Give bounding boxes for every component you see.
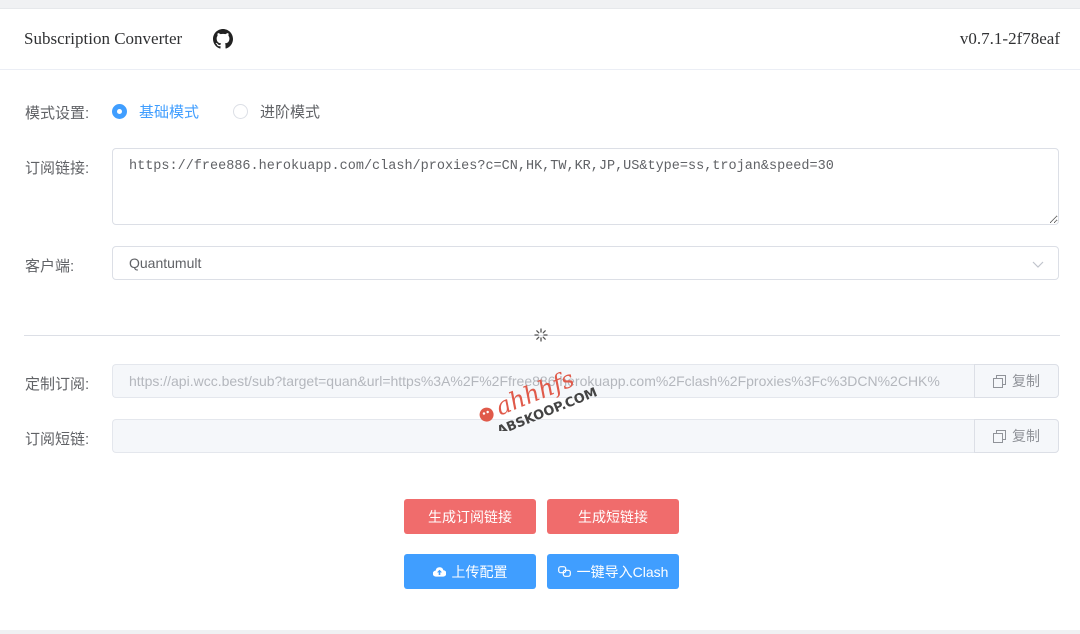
cloud-upload-icon [432,567,446,577]
card-header: Subscription Converter v0.7.1-2f78eaf [0,9,1080,70]
radio-basic-mode[interactable]: 基础模式 [112,101,199,121]
copy-icon [993,429,1006,443]
upload-config-label: 上传配置 [451,563,508,580]
generate-short-link-button[interactable]: 生成短链接 [547,499,679,534]
generate-subscription-button[interactable]: 生成订阅链接 [404,499,536,534]
copy-short-button[interactable]: 复制 [974,419,1059,453]
radio-advanced-mode[interactable]: 进阶模式 [233,101,320,121]
radio-unchecked-icon [233,103,248,119]
copy-custom-button[interactable]: 复制 [974,364,1059,398]
copy-icon [993,374,1006,388]
client-label: 客户端: [25,258,75,275]
custom-subscription-label: 定制订阅: [25,376,90,393]
chevron-down-icon [1032,261,1044,268]
client-select-value: Quantumult [129,255,202,271]
import-clash-label: 一键导入Clash [576,563,669,580]
custom-subscription-input[interactable] [112,364,974,398]
app-title: Subscription Converter [24,29,183,48]
subscription-textarea[interactable] [112,148,1059,225]
import-clash-button[interactable]: 一键导入Clash [547,554,679,589]
converter-card: Subscription Converter v0.7.1-2f78eaf 模式… [0,8,1080,630]
copy-short-label: 复制 [1012,428,1040,444]
custom-subscription-group: 复制 [112,364,1059,398]
short-link-input[interactable] [112,419,974,453]
github-icon[interactable] [213,29,233,49]
upload-config-button[interactable]: 上传配置 [404,554,536,589]
client-select[interactable]: Quantumult [112,246,1059,280]
short-link-label: 订阅短链: [25,431,90,448]
mode-label: 模式设置: [25,105,90,122]
link-icon [557,566,571,577]
short-link-group: 复制 [112,419,1059,453]
radio-advanced-label: 进阶模式 [260,103,321,121]
radio-checked-icon [112,103,127,119]
subscription-label: 订阅链接: [25,160,90,177]
radio-basic-label: 基础模式 [139,103,200,121]
copy-custom-label: 复制 [1012,373,1040,389]
loading-spinner-icon [534,328,548,342]
app-version: v0.7.1-2f78eaf [959,29,1060,48]
